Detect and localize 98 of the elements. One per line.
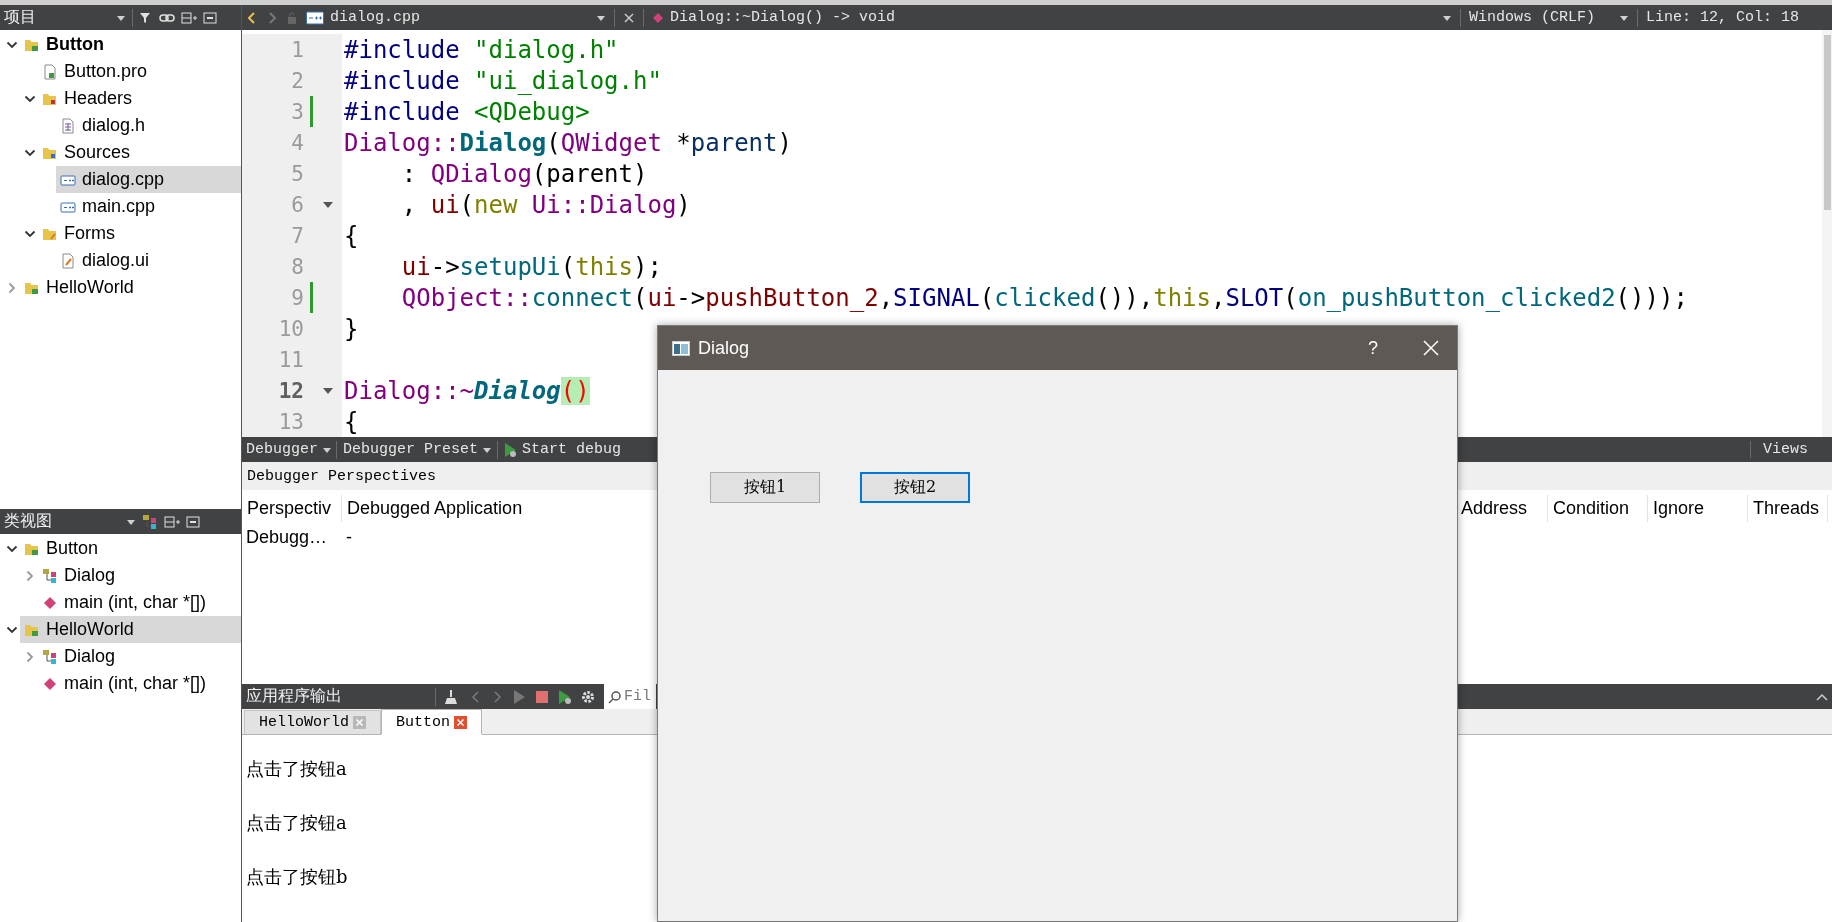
tree-item[interactable]: Dialog xyxy=(38,643,241,670)
column-header[interactable]: Condition xyxy=(1548,495,1648,522)
tree-item[interactable]: main (int, char *[]) xyxy=(38,589,241,616)
tree-item[interactable]: main.cpp xyxy=(56,193,241,220)
lock-icon xyxy=(286,10,298,25)
column-header[interactable]: Ignore xyxy=(1648,495,1748,522)
collapse-icon[interactable] xyxy=(1816,691,1828,702)
pane-selector[interactable]: 项目 xyxy=(4,7,126,28)
help-button[interactable]: ? xyxy=(1355,337,1391,359)
line-number: 10 xyxy=(277,316,304,341)
symbol-selector[interactable]: Dialog::~Dialog() -> void xyxy=(652,9,1452,26)
tree-item[interactable]: dialog.ui xyxy=(56,247,241,274)
line-number: 7 xyxy=(290,223,304,248)
views-button[interactable]: Views xyxy=(1750,441,1828,458)
file-icon xyxy=(60,117,76,134)
file-selector[interactable]: dialog.cpp xyxy=(306,9,606,26)
line-number: 8 xyxy=(290,254,304,279)
diamond-icon xyxy=(42,675,58,692)
close-icon[interactable] xyxy=(623,11,635,24)
run-bug-icon xyxy=(504,441,518,458)
output-tab[interactable]: Button xyxy=(381,709,483,735)
code-line: Dialog::~Dialog() xyxy=(343,376,590,405)
tree-item[interactable]: Button.pro xyxy=(38,58,241,85)
output-line: 点击了按钮a xyxy=(245,757,348,781)
code-line: } xyxy=(343,314,359,343)
code-line: Dialog::Dialog(QWidget *parent) xyxy=(343,128,792,157)
line-number: 4 xyxy=(290,130,304,155)
line-number: 11 xyxy=(277,347,304,372)
tree-item[interactable]: main (int, char *[]) xyxy=(38,670,241,697)
back-icon[interactable] xyxy=(246,10,258,25)
run-bug-icon[interactable] xyxy=(558,688,572,705)
fold-arrow-icon[interactable] xyxy=(321,199,334,210)
line-number: 3 xyxy=(290,99,304,124)
project-file-icon xyxy=(42,63,58,80)
line-number: 9 xyxy=(290,285,304,310)
close-icon[interactable] xyxy=(454,715,468,729)
window-title: Dialog xyxy=(698,337,750,359)
tree-item[interactable]: HelloWorld xyxy=(20,274,241,301)
line-number: 2 xyxy=(290,68,304,93)
output-line: 点击了按钮b xyxy=(245,865,349,889)
scrollbar[interactable] xyxy=(1822,30,1832,437)
diamond-icon xyxy=(42,594,58,611)
code-line: { xyxy=(343,221,359,250)
tree-item[interactable]: Sources xyxy=(38,139,241,166)
table-cell-text: - xyxy=(345,526,353,548)
filter-field[interactable]: Fil xyxy=(604,684,656,709)
search-icon xyxy=(608,690,622,704)
tree-item[interactable]: HelloWorld xyxy=(20,616,241,643)
column-header[interactable]: Threads xyxy=(1748,495,1828,522)
column-header[interactable]: Perspectiv xyxy=(242,495,342,522)
close-pane-icon[interactable] xyxy=(203,10,217,25)
code-line: : QDialog(parent) xyxy=(400,159,648,188)
start-debugging-button[interactable]: Start debug xyxy=(504,441,622,458)
output-line: 点击了按钮a xyxy=(245,811,348,835)
split-icon[interactable] xyxy=(164,514,180,529)
preset-selector[interactable]: Debugger Preset xyxy=(343,441,491,458)
stop-icon[interactable] xyxy=(535,689,549,704)
tree-item[interactable]: Forms xyxy=(38,220,241,247)
line-number: 1 xyxy=(290,37,304,62)
close-pane-icon[interactable] xyxy=(186,514,200,529)
code-line: { xyxy=(343,407,359,436)
line-number: 5 xyxy=(290,161,304,186)
class-icon xyxy=(42,648,58,665)
window-icon xyxy=(672,340,690,356)
pane-selector[interactable]: 类视图 xyxy=(4,511,136,532)
debugger-selector[interactable]: Debugger xyxy=(246,441,330,458)
push-button[interactable]: 按钮2 xyxy=(860,472,970,503)
panel-label: Debugger Perspectives xyxy=(247,467,437,485)
filter-icon[interactable] xyxy=(139,10,153,25)
fold-arrow-icon[interactable] xyxy=(321,385,334,396)
diamond-icon xyxy=(652,11,664,24)
code-line: , ui(new Ui::Dialog) xyxy=(400,190,691,219)
tree-item[interactable]: dialog.h xyxy=(56,112,241,139)
tree-item[interactable]: Dialog xyxy=(38,562,241,589)
class-icon[interactable] xyxy=(142,513,158,530)
tree-item[interactable]: dialog.cpp xyxy=(56,166,241,193)
panel-title: 应用程序输出 xyxy=(246,686,343,707)
code-line: #include <QDebug> xyxy=(343,97,590,126)
class-icon xyxy=(42,567,58,584)
settings-icon[interactable] xyxy=(581,689,595,704)
line-ending-selector[interactable]: Windows (CRLF) xyxy=(1469,9,1629,26)
output-tab[interactable]: HelloWorld xyxy=(244,710,381,734)
code-line: #include "dialog.h" xyxy=(343,35,619,64)
table-cell-text: Debugg… xyxy=(245,526,329,548)
code-line: ui->setupUi(this); xyxy=(400,252,662,281)
line-number: 13 xyxy=(277,409,304,434)
line-number: 6 xyxy=(290,192,304,217)
tree-item[interactable]: Button xyxy=(20,535,241,562)
line-number: 12 xyxy=(277,378,304,403)
tree-item[interactable]: Headers xyxy=(38,85,241,112)
cursor-position[interactable]: Line: 12, Col: 18 xyxy=(1646,9,1800,26)
code-line: #include "ui_dialog.h" xyxy=(343,66,662,95)
code-line: QObject::connect(ui->pushButton_2,SIGNAL(clicked()),this,SLOT(on_pushButton_clicked2())); xyxy=(400,283,1688,312)
push-button[interactable]: 按钮1 xyxy=(710,472,820,503)
file-icon xyxy=(306,9,324,26)
tree-item[interactable]: Button xyxy=(20,31,241,58)
split-icon[interactable] xyxy=(181,10,197,25)
file-icon xyxy=(60,252,76,269)
